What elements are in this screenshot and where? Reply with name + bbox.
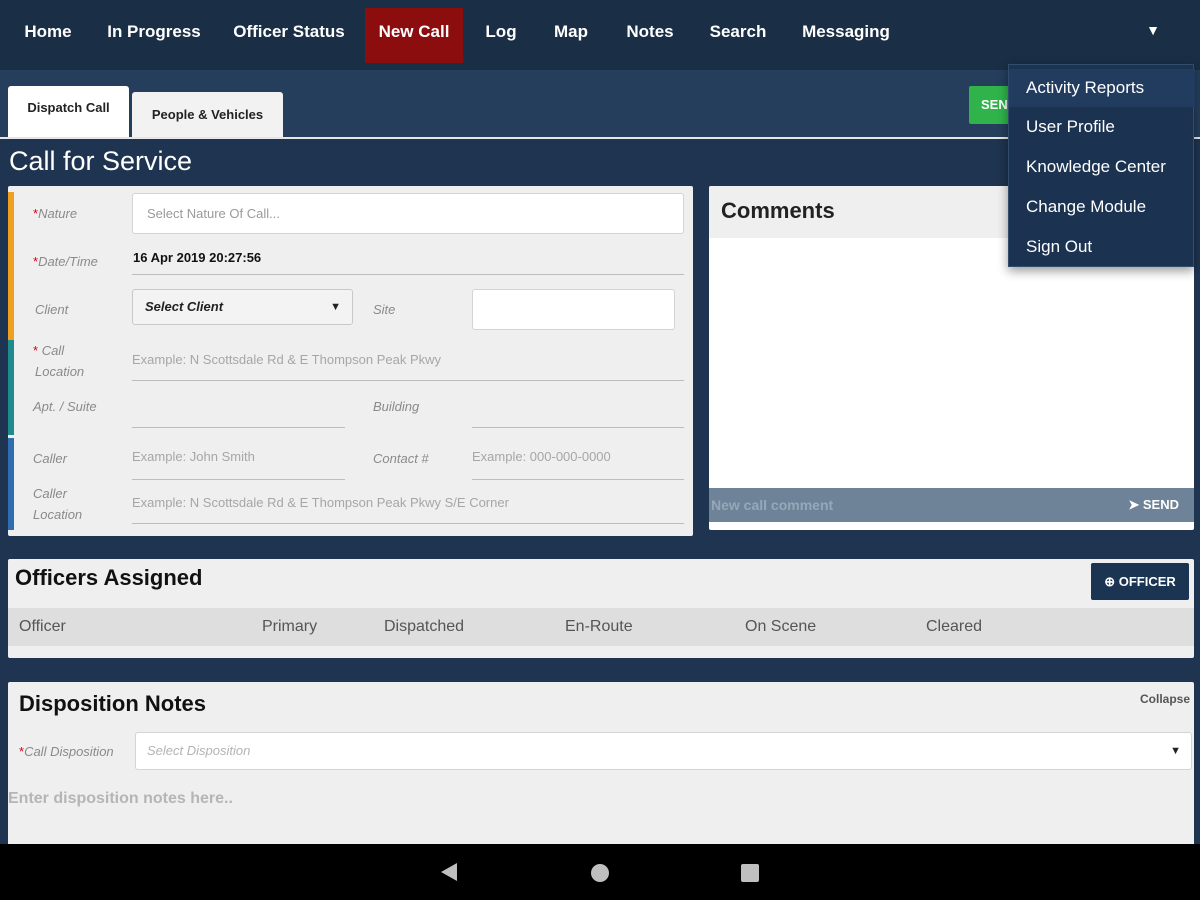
building-label: Building — [373, 399, 420, 414]
column-en-route[interactable]: En-Route — [565, 618, 633, 636]
nav-in-progress[interactable]: In Progress — [98, 8, 210, 63]
nav-notes[interactable]: Notes — [616, 8, 684, 63]
caller-location-label: Caller — [33, 486, 67, 501]
nature-label: *Nature — [33, 206, 78, 221]
chevron-down-icon: ▼ — [1170, 745, 1181, 757]
page-title: Call for Service — [9, 146, 193, 176]
column-primary[interactable]: Primary — [262, 618, 317, 636]
top-nav: Home In Progress Officer Status New Call… — [0, 0, 1200, 70]
column-officer[interactable]: Officer — [19, 618, 66, 636]
plus-circle-icon: ⊕ — [1104, 574, 1116, 589]
android-nav-bar — [0, 844, 1200, 900]
nav-map[interactable]: Map — [543, 8, 599, 63]
caller-location-label-line2: Location — [33, 507, 83, 522]
menu-item-user-profile[interactable]: User Profile — [1009, 108, 1195, 146]
column-dispatched[interactable]: Dispatched — [384, 618, 464, 636]
apt-suite-label: Apt. / Suite — [33, 399, 97, 414]
nav-officer-status[interactable]: Officer Status — [226, 8, 352, 63]
nav-messaging[interactable]: Messaging — [795, 8, 897, 63]
call-disposition-label: *Call Disposition — [19, 744, 114, 759]
chevron-down-icon: ▼ — [330, 301, 341, 313]
accent-bar-teal — [8, 340, 14, 435]
contact-input[interactable]: Example: 000-000-0000 — [472, 449, 684, 480]
nav-search[interactable]: Search — [701, 8, 775, 63]
accent-bar-orange — [8, 192, 14, 340]
building-input[interactable] — [472, 396, 684, 428]
send-icon: ➤ — [1128, 497, 1140, 512]
tab-people-vehicles[interactable]: People & Vehicles — [132, 92, 283, 138]
apt-suite-input[interactable] — [132, 396, 345, 428]
disposition-select[interactable]: Select Disposition ▼ — [135, 732, 1192, 770]
disposition-card: Disposition Notes Collapse *Call Disposi… — [8, 682, 1194, 844]
user-dropdown-menu: Activity Reports User Profile Knowledge … — [1008, 64, 1195, 267]
accent-bar-blue — [8, 438, 14, 530]
collapse-link[interactable]: Collapse — [1140, 692, 1190, 706]
caller-location-input[interactable]: Example: N Scottsdale Rd & E Thompson Pe… — [132, 495, 684, 524]
datetime-label: *Date/Time — [33, 254, 98, 269]
disposition-notes-input[interactable]: Enter disposition notes here.. — [8, 790, 233, 808]
column-on-scene[interactable]: On Scene — [745, 618, 816, 636]
client-label: Client — [35, 302, 69, 317]
nav-log[interactable]: Log — [476, 8, 526, 63]
call-location-label: * Call — [33, 343, 65, 358]
officers-card: Officers Assigned ⊕ OFFICER Officer Prim… — [8, 559, 1194, 658]
menu-item-change-module[interactable]: Change Module — [1009, 188, 1195, 226]
contact-label: Contact # — [373, 451, 429, 466]
officers-table-header: Officer Primary Dispatched En-Route On S… — [8, 608, 1194, 646]
caller-label: Caller — [33, 451, 67, 466]
menu-caret-icon[interactable]: ▼ — [1146, 22, 1160, 38]
nav-new-call[interactable]: New Call — [365, 8, 463, 63]
add-officer-button[interactable]: ⊕ OFFICER — [1091, 563, 1189, 600]
home-icon[interactable] — [591, 864, 609, 882]
comment-send-button[interactable]: ➤ SEND — [1128, 497, 1179, 513]
menu-item-knowledge-center[interactable]: Knowledge Center — [1009, 148, 1195, 186]
menu-item-activity-reports[interactable]: Activity Reports — [1009, 69, 1195, 107]
caller-input[interactable]: Example: John Smith — [132, 449, 345, 480]
call-location-input[interactable]: Example: N Scottsdale Rd & E Thompson Pe… — [132, 352, 684, 381]
datetime-underline — [132, 256, 684, 275]
comments-title: Comments — [721, 198, 835, 223]
column-cleared[interactable]: Cleared — [926, 618, 982, 636]
disposition-title: Disposition Notes — [19, 691, 207, 716]
recent-apps-icon[interactable] — [741, 864, 759, 882]
comment-bar: New call comment ➤ SEND — [709, 488, 1194, 522]
menu-item-sign-out[interactable]: Sign Out — [1009, 228, 1195, 266]
site-input[interactable] — [472, 289, 675, 330]
back-icon[interactable] — [441, 863, 457, 881]
comment-input[interactable]: New call comment — [711, 497, 833, 513]
nature-select[interactable]: Select Nature Of Call... — [132, 193, 684, 234]
tab-dispatch-call[interactable]: Dispatch Call — [8, 86, 129, 138]
client-select[interactable]: Select Client ▼ — [132, 289, 353, 325]
call-form-card: *Nature Select Nature Of Call... *Date/T… — [8, 186, 693, 536]
call-location-label-line2: Location — [35, 364, 85, 379]
officers-title: Officers Assigned — [15, 565, 203, 590]
site-label: Site — [373, 302, 396, 317]
nav-home[interactable]: Home — [14, 8, 82, 63]
